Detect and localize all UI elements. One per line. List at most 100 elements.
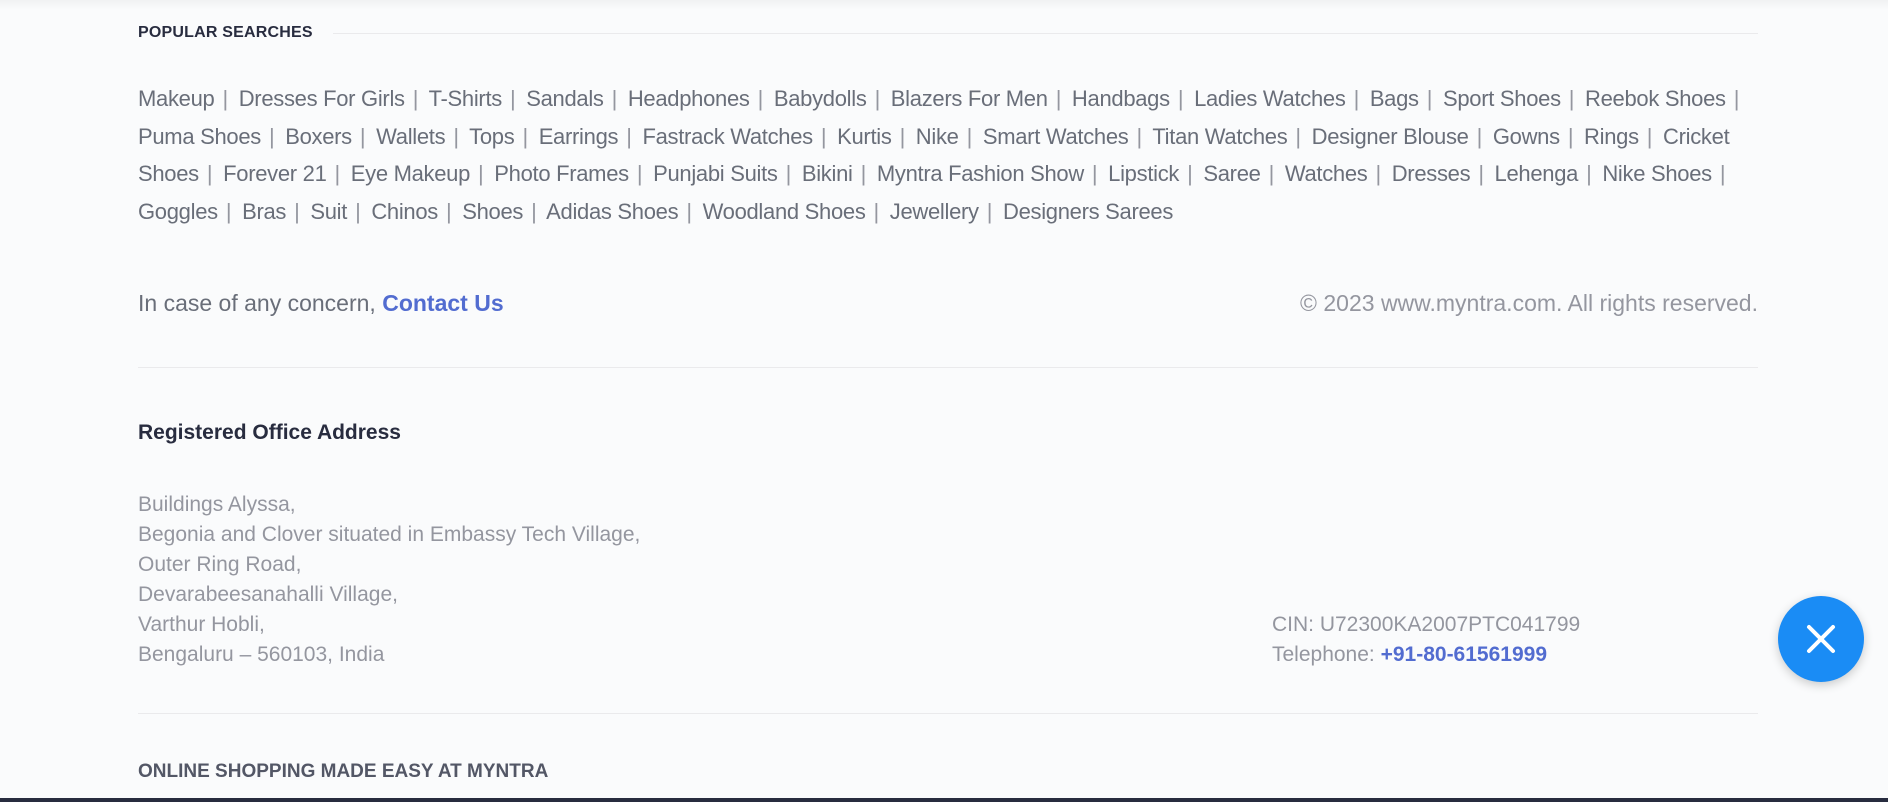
- popular-search-link[interactable]: Gowns: [1493, 124, 1560, 149]
- popular-search-link[interactable]: Jewellery: [890, 199, 979, 224]
- link-separator: |: [1187, 161, 1193, 186]
- link-separator: |: [757, 86, 764, 111]
- link-separator: |: [359, 123, 366, 149]
- popular-search-link[interactable]: Puma Shoes: [138, 124, 261, 149]
- link-separator: |: [225, 198, 232, 224]
- link-separator: |: [966, 123, 973, 149]
- popular-search-link[interactable]: Handbags: [1072, 86, 1170, 111]
- link-separator: |: [636, 161, 643, 186]
- popular-search-link[interactable]: Earrings: [539, 124, 619, 149]
- link-separator: |: [446, 198, 452, 224]
- popular-search-link[interactable]: Sport Shoes: [1443, 86, 1561, 111]
- link-separator: |: [820, 123, 827, 149]
- concern-text: In case of any concern,: [138, 290, 383, 316]
- link-separator: |: [1567, 123, 1574, 149]
- popular-search-link[interactable]: Shoes: [462, 199, 523, 224]
- link-separator: |: [874, 86, 881, 111]
- link-separator: |: [873, 198, 880, 224]
- popular-search-link[interactable]: Smart Watches: [983, 124, 1129, 149]
- address-line: Outer Ring Road,: [138, 553, 302, 576]
- link-separator: |: [1295, 123, 1301, 149]
- telephone-row: Telephone: +91-80-61561999: [1272, 640, 1580, 670]
- divider: [138, 713, 1758, 714]
- popular-search-link[interactable]: Saree: [1203, 161, 1261, 186]
- close-fab-button[interactable]: [1778, 596, 1864, 682]
- link-separator: |: [1136, 123, 1143, 149]
- popular-search-link[interactable]: Bikini: [802, 161, 853, 186]
- popular-search-link[interactable]: Boxers: [285, 124, 352, 149]
- link-separator: |: [294, 198, 300, 224]
- concern-row: In case of any concern, Contact Us © 202…: [138, 290, 1758, 317]
- popular-search-link[interactable]: Headphones: [628, 86, 750, 111]
- registered-office-title: Registered Office Address: [138, 421, 401, 444]
- popular-search-link[interactable]: Nike: [916, 124, 959, 149]
- popular-search-link[interactable]: Woodland Shoes: [703, 199, 866, 224]
- cin-telephone-block: CIN: U72300KA2007PTC041799 Telephone: +9…: [1272, 610, 1580, 670]
- contact-us-link[interactable]: Contact Us: [382, 290, 503, 316]
- popular-search-link[interactable]: Forever 21: [223, 161, 327, 186]
- concern-message: In case of any concern, Contact Us: [138, 290, 504, 317]
- address-line: Devarabeesanahalli Village,: [138, 583, 398, 606]
- popular-search-link[interactable]: Watches: [1285, 161, 1368, 186]
- copyright-text: © 2023 www.myntra.com. All rights reserv…: [1300, 290, 1758, 316]
- popular-search-link[interactable]: Myntra Fashion Show: [877, 161, 1084, 186]
- link-separator: |: [785, 161, 792, 186]
- link-separator: |: [1177, 86, 1184, 111]
- telephone-link[interactable]: +91-80-61561999: [1381, 643, 1547, 666]
- link-separator: |: [222, 86, 228, 111]
- popular-search-link[interactable]: Goggles: [138, 199, 218, 224]
- divider: [138, 367, 1758, 368]
- link-separator: |: [355, 198, 361, 224]
- telephone-label: Telephone:: [1272, 643, 1381, 666]
- popular-searches-title: POPULAR SEARCHES: [138, 24, 313, 41]
- link-separator: |: [1476, 123, 1483, 149]
- popular-search-link[interactable]: Fastrack Watches: [642, 124, 813, 149]
- link-separator: |: [986, 198, 993, 224]
- link-separator: |: [899, 123, 906, 149]
- online-shopping-title: ONLINE SHOPPING MADE EASY AT MYNTRA: [138, 761, 549, 782]
- popular-search-link[interactable]: Reebok Shoes: [1585, 86, 1726, 111]
- address-line: Begonia and Clover situated in Embassy T…: [138, 523, 641, 546]
- popular-search-link[interactable]: Photo Frames: [494, 161, 629, 186]
- popular-search-link[interactable]: Blazers For Men: [891, 86, 1048, 111]
- link-separator: |: [478, 161, 484, 186]
- popular-search-link[interactable]: Chinos: [371, 199, 438, 224]
- header-rule: [332, 32, 1758, 34]
- link-separator: |: [522, 123, 528, 149]
- popular-search-link[interactable]: Rings: [1584, 124, 1639, 149]
- popular-search-link[interactable]: Makeup: [138, 86, 215, 111]
- popular-search-link[interactable]: Bags: [1370, 86, 1419, 111]
- link-separator: |: [1055, 86, 1062, 111]
- popular-search-link[interactable]: Tops: [469, 124, 515, 149]
- popular-search-link[interactable]: Babydolls: [774, 86, 867, 111]
- popular-search-link[interactable]: Adidas Shoes: [546, 199, 678, 224]
- link-separator: |: [1478, 161, 1484, 186]
- link-separator: |: [1268, 161, 1275, 186]
- popular-search-link[interactable]: Kurtis: [837, 124, 892, 149]
- popular-search-link[interactable]: Dresses For Girls: [239, 86, 405, 111]
- link-separator: |: [626, 123, 632, 149]
- popular-search-link[interactable]: Lehenga: [1495, 161, 1579, 186]
- popular-search-link[interactable]: Nike Shoes: [1602, 161, 1712, 186]
- popular-search-link[interactable]: Ladies Watches: [1194, 86, 1346, 111]
- link-separator: |: [509, 86, 516, 111]
- popular-search-link[interactable]: Punjabi Suits: [653, 161, 778, 186]
- link-separator: |: [1719, 161, 1726, 186]
- link-separator: |: [1091, 161, 1098, 186]
- link-separator: |: [1375, 161, 1381, 186]
- link-separator: |: [860, 161, 867, 186]
- popular-search-link[interactable]: Wallets: [376, 124, 446, 149]
- popular-search-link[interactable]: Designer Blouse: [1312, 124, 1469, 149]
- address-line: Buildings Alyssa,: [138, 493, 296, 516]
- popular-search-link[interactable]: Bras: [242, 199, 286, 224]
- popular-search-link[interactable]: Designers Sarees: [1003, 199, 1173, 224]
- popular-search-link[interactable]: T-Shirts: [429, 86, 503, 111]
- popular-search-link[interactable]: Suit: [310, 199, 347, 224]
- link-separator: |: [1353, 86, 1360, 111]
- popular-searches-header: POPULAR SEARCHES: [138, 24, 1758, 42]
- popular-search-link[interactable]: Titan Watches: [1152, 124, 1287, 149]
- popular-search-link[interactable]: Sandals: [526, 86, 604, 111]
- popular-search-link[interactable]: Eye Makeup: [351, 161, 471, 186]
- popular-search-link[interactable]: Dresses: [1392, 161, 1471, 186]
- popular-search-link[interactable]: Lipstick: [1108, 161, 1179, 186]
